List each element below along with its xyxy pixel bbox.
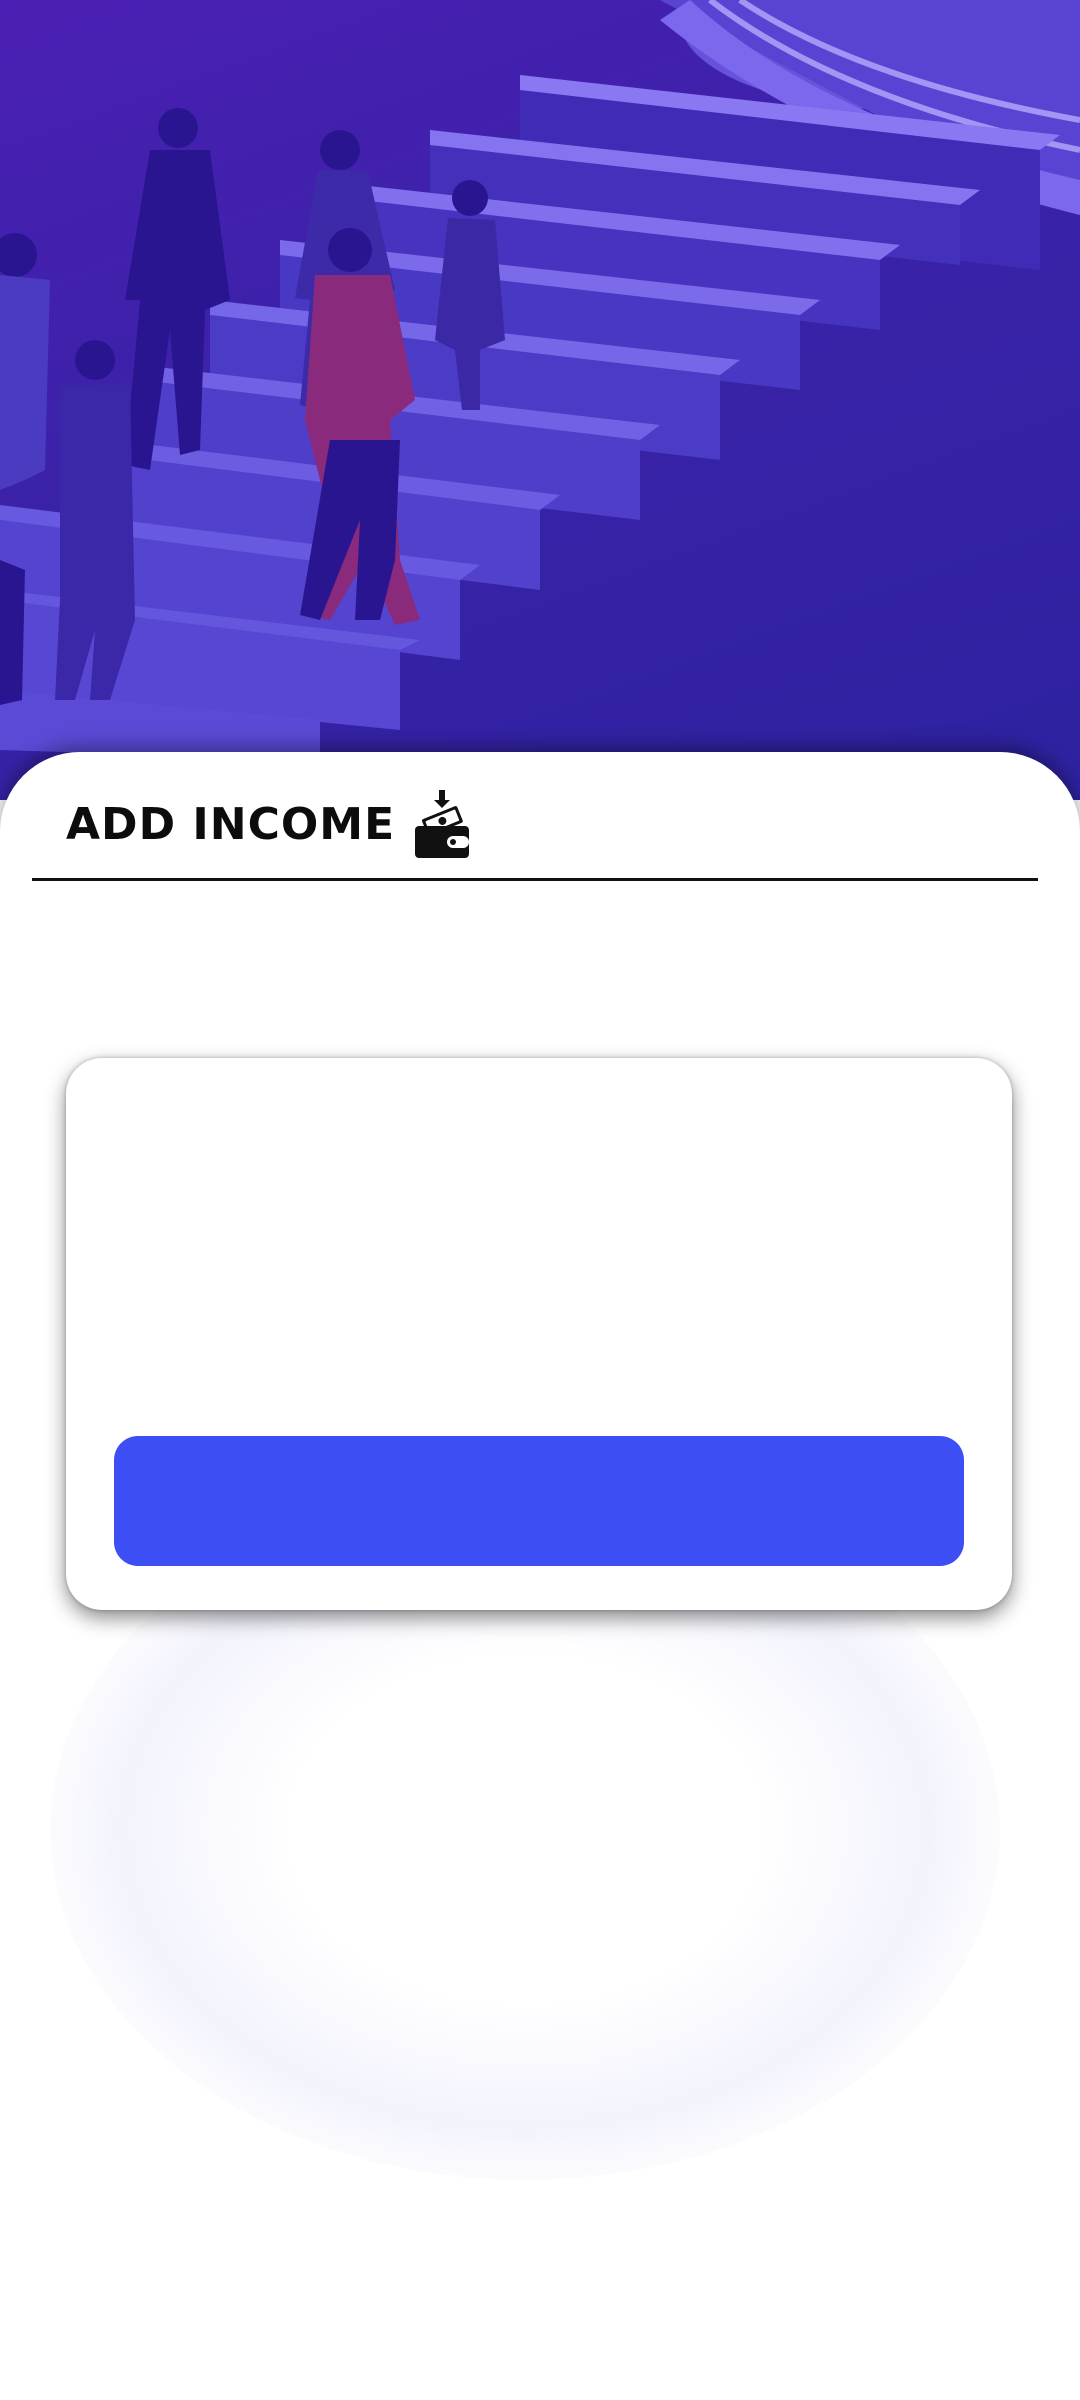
page-title: ADD INCOME: [66, 798, 396, 850]
money-stairs-illustration: [0, 0, 1080, 760]
page-header: ADD INCOME: [66, 782, 471, 866]
add-income-button[interactable]: [114, 1436, 964, 1566]
hero-illustration: [0, 0, 1080, 800]
header-divider: [32, 878, 1038, 881]
income-form-card: [66, 1058, 1012, 1610]
wallet-income-icon: [415, 790, 470, 858]
